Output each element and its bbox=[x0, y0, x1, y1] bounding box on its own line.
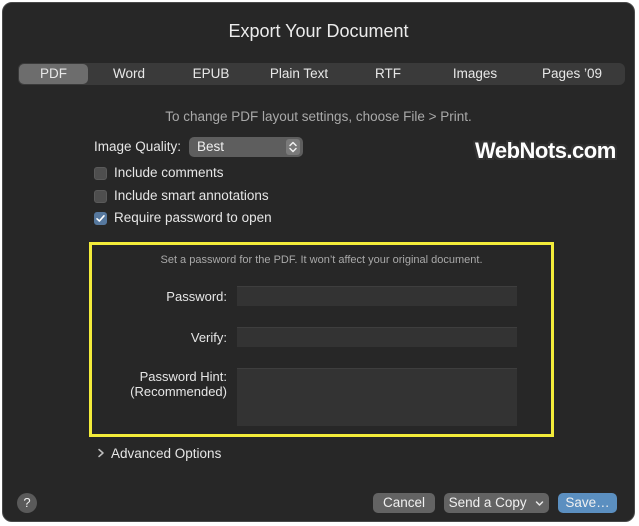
verify-field[interactable] bbox=[237, 327, 517, 347]
require-password-label: Require password to open bbox=[114, 210, 272, 225]
export-dialog: Export Your Document PDF Word EPUB Plain… bbox=[2, 2, 635, 522]
advanced-options-disclosure[interactable]: Advanced Options bbox=[97, 446, 221, 461]
dialog-title: Export Your Document bbox=[228, 21, 409, 41]
tab-plain-text[interactable]: Plain Text bbox=[252, 64, 346, 84]
require-password-checkbox[interactable] bbox=[94, 212, 107, 225]
include-smart-annotations-checkbox[interactable] bbox=[94, 190, 107, 203]
tab-pdf[interactable]: PDF bbox=[19, 64, 88, 84]
chevron-down-icon bbox=[533, 499, 545, 510]
save-button[interactable]: Save… bbox=[558, 493, 617, 513]
include-comments-checkbox[interactable] bbox=[94, 167, 107, 180]
image-quality-value: Best bbox=[197, 139, 225, 154]
image-quality-label: Image Quality: bbox=[94, 139, 182, 154]
chevron-right-icon bbox=[97, 448, 111, 461]
cancel-button[interactable]: Cancel bbox=[373, 493, 435, 513]
webnots-watermark: WebNots.com bbox=[475, 138, 616, 163]
updown-chevron-icon bbox=[286, 139, 300, 155]
layout-hint: To change PDF layout settings, choose Fi… bbox=[165, 109, 472, 124]
include-smart-annotations-label: Include smart annotations bbox=[114, 188, 269, 203]
tab-epub[interactable]: EPUB bbox=[170, 64, 252, 84]
help-button[interactable]: ? bbox=[17, 493, 37, 513]
send-a-copy-button[interactable]: Send a Copy bbox=[444, 493, 549, 513]
password-field[interactable] bbox=[237, 286, 517, 306]
include-comments-label: Include comments bbox=[114, 165, 224, 180]
send-a-copy-label: Send a Copy bbox=[448, 495, 527, 510]
tab-pages-09[interactable]: Pages ’09 bbox=[520, 64, 624, 84]
password-hint-label-line1: Password Hint: bbox=[139, 369, 227, 384]
password-hint-label: Password Hint: (Recommended) bbox=[113, 369, 227, 399]
format-tab-bar: PDF Word EPUB Plain Text RTF Images Page… bbox=[18, 63, 625, 85]
checkmark-icon bbox=[96, 215, 105, 222]
verify-label: Verify: bbox=[190, 330, 227, 345]
image-quality-select[interactable]: Best bbox=[189, 137, 303, 157]
password-section-hint: Set a password for the PDF. It won’t aff… bbox=[160, 254, 483, 266]
password-hint-label-line2: (Recommended) bbox=[130, 384, 227, 399]
tab-rtf[interactable]: RTF bbox=[346, 64, 430, 84]
tab-word[interactable]: Word bbox=[88, 64, 170, 84]
advanced-options-label: Advanced Options bbox=[111, 446, 222, 461]
password-hint-field[interactable] bbox=[237, 368, 517, 426]
tab-images[interactable]: Images bbox=[430, 64, 520, 84]
password-label: Password: bbox=[166, 289, 227, 304]
